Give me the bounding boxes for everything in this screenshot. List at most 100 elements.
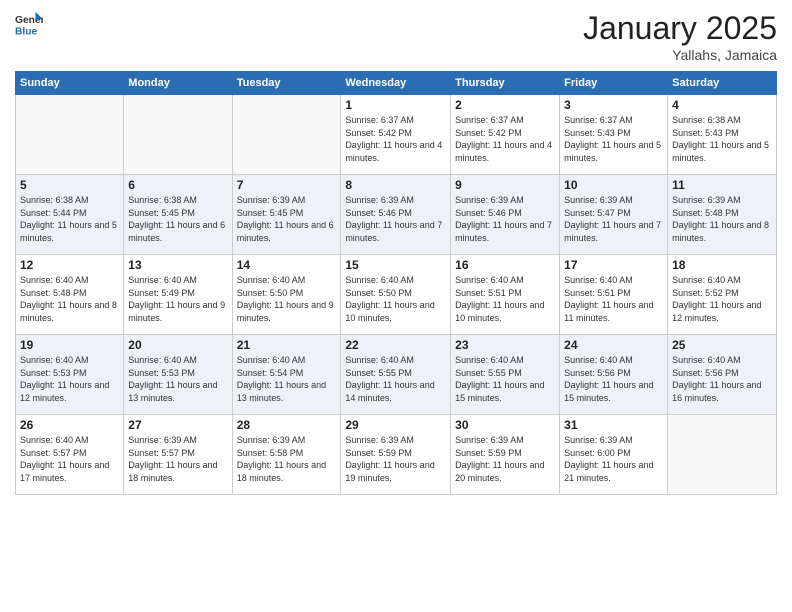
day-info: Sunrise: 6:40 AM Sunset: 5:51 PM Dayligh… [564, 274, 663, 324]
day-info: Sunrise: 6:37 AM Sunset: 5:43 PM Dayligh… [564, 114, 663, 164]
day-number: 19 [20, 338, 119, 352]
day-info: Sunrise: 6:40 AM Sunset: 5:56 PM Dayligh… [672, 354, 772, 404]
table-row: 20Sunrise: 6:40 AM Sunset: 5:53 PM Dayli… [124, 335, 232, 415]
table-row: 30 Sunrise: 6:39 AM Sunset: 5:59 PM Dayli… [451, 415, 560, 495]
table-row: 11Sunrise: 6:39 AM Sunset: 5:48 PM Dayli… [668, 175, 777, 255]
day-info: Sunrise: 6:37 AM Sunset: 5:42 PM Dayligh… [345, 114, 446, 164]
day-info: Sunrise: 6:39 AM Sunset: 5:58 PM Dayligh… [237, 434, 337, 484]
table-row: 28 Sunrise: 6:39 AM Sunset: 5:58 PM Dayli… [232, 415, 341, 495]
day-number: 22 [345, 338, 446, 352]
header-sunday: Sunday [16, 72, 124, 95]
day-number: 23 [455, 338, 555, 352]
table-row: 8 Sunrise: 6:39 AM Sunset: 5:46 PM Daylig… [341, 175, 451, 255]
day-number: 26 [20, 418, 119, 432]
table-row [124, 95, 232, 175]
calendar-header-row: Sunday Monday Tuesday Wednesday Thursday… [16, 72, 777, 95]
day-number: 8 [345, 178, 446, 192]
table-row: 3Sunrise: 6:37 AM Sunset: 5:43 PM Daylig… [560, 95, 668, 175]
day-number: 14 [237, 258, 337, 272]
table-row: 4Sunrise: 6:38 AM Sunset: 5:43 PM Daylig… [668, 95, 777, 175]
day-info: Sunrise: 6:39 AM Sunset: 5:59 PM Dayligh… [455, 434, 555, 484]
calendar-week-row: 26 Sunrise: 6:40 AM Sunset: 5:57 PM Dayli… [16, 415, 777, 495]
table-row: 24Sunrise: 6:40 AM Sunset: 5:56 PM Dayli… [560, 335, 668, 415]
day-info: Sunrise: 6:39 AM Sunset: 5:46 PM Dayligh… [455, 194, 555, 244]
day-number: 31 [564, 418, 663, 432]
table-row: 6 Sunrise: 6:38 AM Sunset: 5:45 PM Daylig… [124, 175, 232, 255]
header-tuesday: Tuesday [232, 72, 341, 95]
day-info: Sunrise: 6:40 AM Sunset: 5:51 PM Dayligh… [455, 274, 555, 324]
day-number: 29 [345, 418, 446, 432]
day-info: Sunrise: 6:40 AM Sunset: 5:57 PM Dayligh… [20, 434, 119, 484]
table-row: 18 Sunrise: 6:40 AM Sunset: 5:52 PM Dayli… [668, 255, 777, 335]
table-row: 5 Sunrise: 6:38 AM Sunset: 5:44 PM Daylig… [16, 175, 124, 255]
table-row: 10 Sunrise: 6:39 AM Sunset: 5:47 PM Dayli… [560, 175, 668, 255]
table-row [232, 95, 341, 175]
table-row: 19Sunrise: 6:40 AM Sunset: 5:53 PM Dayli… [16, 335, 124, 415]
day-number: 5 [20, 178, 119, 192]
day-number: 21 [237, 338, 337, 352]
day-number: 2 [455, 98, 555, 112]
day-info: Sunrise: 6:39 AM Sunset: 5:57 PM Dayligh… [128, 434, 227, 484]
day-number: 18 [672, 258, 772, 272]
table-row: 12 Sunrise: 6:40 AM Sunset: 5:48 PM Dayli… [16, 255, 124, 335]
table-row: 15 Sunrise: 6:40 AM Sunset: 5:50 PM Dayli… [341, 255, 451, 335]
day-info: Sunrise: 6:40 AM Sunset: 5:52 PM Dayligh… [672, 274, 772, 324]
day-info: Sunrise: 6:40 AM Sunset: 5:50 PM Dayligh… [237, 274, 337, 324]
day-number: 28 [237, 418, 337, 432]
table-row: 13 Sunrise: 6:40 AM Sunset: 5:49 PM Dayli… [124, 255, 232, 335]
table-row [668, 415, 777, 495]
header-wednesday: Wednesday [341, 72, 451, 95]
day-info: Sunrise: 6:39 AM Sunset: 5:47 PM Dayligh… [564, 194, 663, 244]
table-row: 27Sunrise: 6:39 AM Sunset: 5:57 PM Dayli… [124, 415, 232, 495]
title-section: January 2025 Yallahs, Jamaica [583, 10, 777, 63]
calendar-week-row: 12 Sunrise: 6:40 AM Sunset: 5:48 PM Dayli… [16, 255, 777, 335]
table-row: 22 Sunrise: 6:40 AM Sunset: 5:55 PM Dayli… [341, 335, 451, 415]
day-number: 9 [455, 178, 555, 192]
logo-icon: General Blue [15, 10, 43, 38]
header-friday: Friday [560, 72, 668, 95]
day-number: 10 [564, 178, 663, 192]
table-row: 14 Sunrise: 6:40 AM Sunset: 5:50 PM Dayli… [232, 255, 341, 335]
table-row: 2 Sunrise: 6:37 AM Sunset: 5:42 PM Daylig… [451, 95, 560, 175]
day-info: Sunrise: 6:39 AM Sunset: 5:46 PM Dayligh… [345, 194, 446, 244]
day-number: 6 [128, 178, 227, 192]
day-number: 25 [672, 338, 772, 352]
page-header: General Blue January 2025 Yallahs, Jamai… [15, 10, 777, 63]
table-row: 17Sunrise: 6:40 AM Sunset: 5:51 PM Dayli… [560, 255, 668, 335]
table-row: 25 Sunrise: 6:40 AM Sunset: 5:56 PM Dayli… [668, 335, 777, 415]
day-info: Sunrise: 6:40 AM Sunset: 5:55 PM Dayligh… [345, 354, 446, 404]
day-info: Sunrise: 6:40 AM Sunset: 5:49 PM Dayligh… [128, 274, 227, 324]
day-number: 15 [345, 258, 446, 272]
day-info: Sunrise: 6:40 AM Sunset: 5:48 PM Dayligh… [20, 274, 119, 324]
day-info: Sunrise: 6:40 AM Sunset: 5:50 PM Dayligh… [345, 274, 446, 324]
day-number: 1 [345, 98, 446, 112]
day-number: 12 [20, 258, 119, 272]
table-row [16, 95, 124, 175]
table-row: 1 Sunrise: 6:37 AM Sunset: 5:42 PM Daylig… [341, 95, 451, 175]
calendar-week-row: 5 Sunrise: 6:38 AM Sunset: 5:44 PM Daylig… [16, 175, 777, 255]
day-info: Sunrise: 6:39 AM Sunset: 5:45 PM Dayligh… [237, 194, 337, 244]
day-number: 16 [455, 258, 555, 272]
day-number: 24 [564, 338, 663, 352]
day-info: Sunrise: 6:38 AM Sunset: 5:43 PM Dayligh… [672, 114, 772, 164]
day-info: Sunrise: 6:40 AM Sunset: 5:53 PM Dayligh… [128, 354, 227, 404]
day-number: 13 [128, 258, 227, 272]
calendar-week-row: 1 Sunrise: 6:37 AM Sunset: 5:42 PM Daylig… [16, 95, 777, 175]
table-row: 16 Sunrise: 6:40 AM Sunset: 5:51 PM Dayli… [451, 255, 560, 335]
day-info: Sunrise: 6:38 AM Sunset: 5:44 PM Dayligh… [20, 194, 119, 244]
header-monday: Monday [124, 72, 232, 95]
table-row: 9 Sunrise: 6:39 AM Sunset: 5:46 PM Daylig… [451, 175, 560, 255]
day-info: Sunrise: 6:40 AM Sunset: 5:54 PM Dayligh… [237, 354, 337, 404]
calendar-week-row: 19 Sunrise: 6:40 AM Sunset: 5:53 PM Dayli… [16, 335, 777, 415]
day-info: Sunrise: 6:37 AM Sunset: 5:42 PM Dayligh… [455, 114, 555, 164]
calendar-table: Sunday Monday Tuesday Wednesday Thursday… [15, 71, 777, 495]
table-row: 29 Sunrise: 6:39 AM Sunset: 5:59 PM Dayli… [341, 415, 451, 495]
day-info: Sunrise: 6:38 AM Sunset: 5:45 PM Dayligh… [128, 194, 227, 244]
table-row: 26 Sunrise: 6:40 AM Sunset: 5:57 PM Dayli… [16, 415, 124, 495]
table-row: 21 Sunrise: 6:40 AM Sunset: 5:54 PM Dayli… [232, 335, 341, 415]
day-number: 30 [455, 418, 555, 432]
day-info: Sunrise: 6:39 AM Sunset: 5:59 PM Dayligh… [345, 434, 446, 484]
header-saturday: Saturday [668, 72, 777, 95]
svg-text:Blue: Blue [15, 26, 38, 37]
table-row: 7Sunrise: 6:39 AM Sunset: 5:45 PM Daylig… [232, 175, 341, 255]
